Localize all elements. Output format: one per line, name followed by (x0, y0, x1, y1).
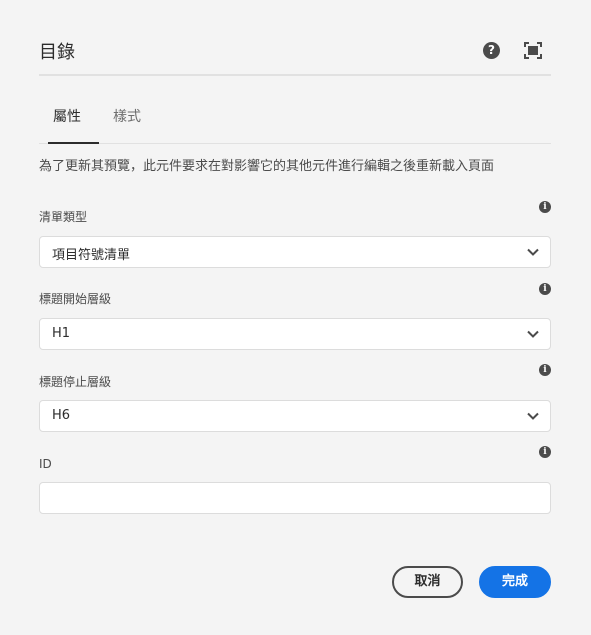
info-icon[interactable]: i (539, 283, 551, 295)
help-icon[interactable]: ? (483, 42, 500, 59)
start-level-value: H1 (52, 326, 71, 341)
stop-level-value: H6 (52, 408, 71, 423)
list-type-select[interactable]: 項目符號清單 (39, 236, 551, 268)
toc-dialog: 目錄 ? 屬性 樣式 為了更新其預覽，此元件要求在對影響它的其他元件進行編輯之後… (0, 0, 591, 635)
active-tab-indicator (48, 142, 99, 144)
chevron-down-icon (527, 330, 539, 338)
chevron-down-icon (527, 248, 539, 256)
start-level-label: 標題開始層級 (39, 292, 112, 306)
tab-properties[interactable]: 屬性 (53, 106, 81, 126)
fullscreen-icon[interactable] (524, 42, 542, 59)
tab-styles[interactable]: 樣式 (113, 106, 141, 126)
done-button[interactable]: 完成 (479, 566, 551, 598)
id-label: ID (39, 457, 52, 471)
chevron-down-icon (527, 412, 539, 420)
stop-level-select[interactable]: H6 (39, 400, 551, 432)
start-level-select[interactable]: H1 (39, 318, 551, 350)
info-icon[interactable]: i (539, 201, 551, 213)
list-type-label: 清單類型 (39, 210, 88, 224)
id-input[interactable] (39, 482, 551, 514)
dialog-title: 目錄 (39, 42, 75, 63)
cancel-button[interactable]: 取消 (392, 566, 463, 598)
stop-level-label: 標題停止層級 (39, 375, 112, 389)
info-icon[interactable]: i (539, 446, 551, 458)
tab-bar: 屬性 樣式 (39, 100, 551, 144)
dialog-header: 目錄 ? (39, 28, 551, 76)
list-type-value: 項目符號清單 (52, 248, 131, 263)
info-icon[interactable]: i (539, 364, 551, 376)
reload-note: 為了更新其預覽，此元件要求在對影響它的其他元件進行編輯之後重新載入頁面 (39, 159, 495, 174)
